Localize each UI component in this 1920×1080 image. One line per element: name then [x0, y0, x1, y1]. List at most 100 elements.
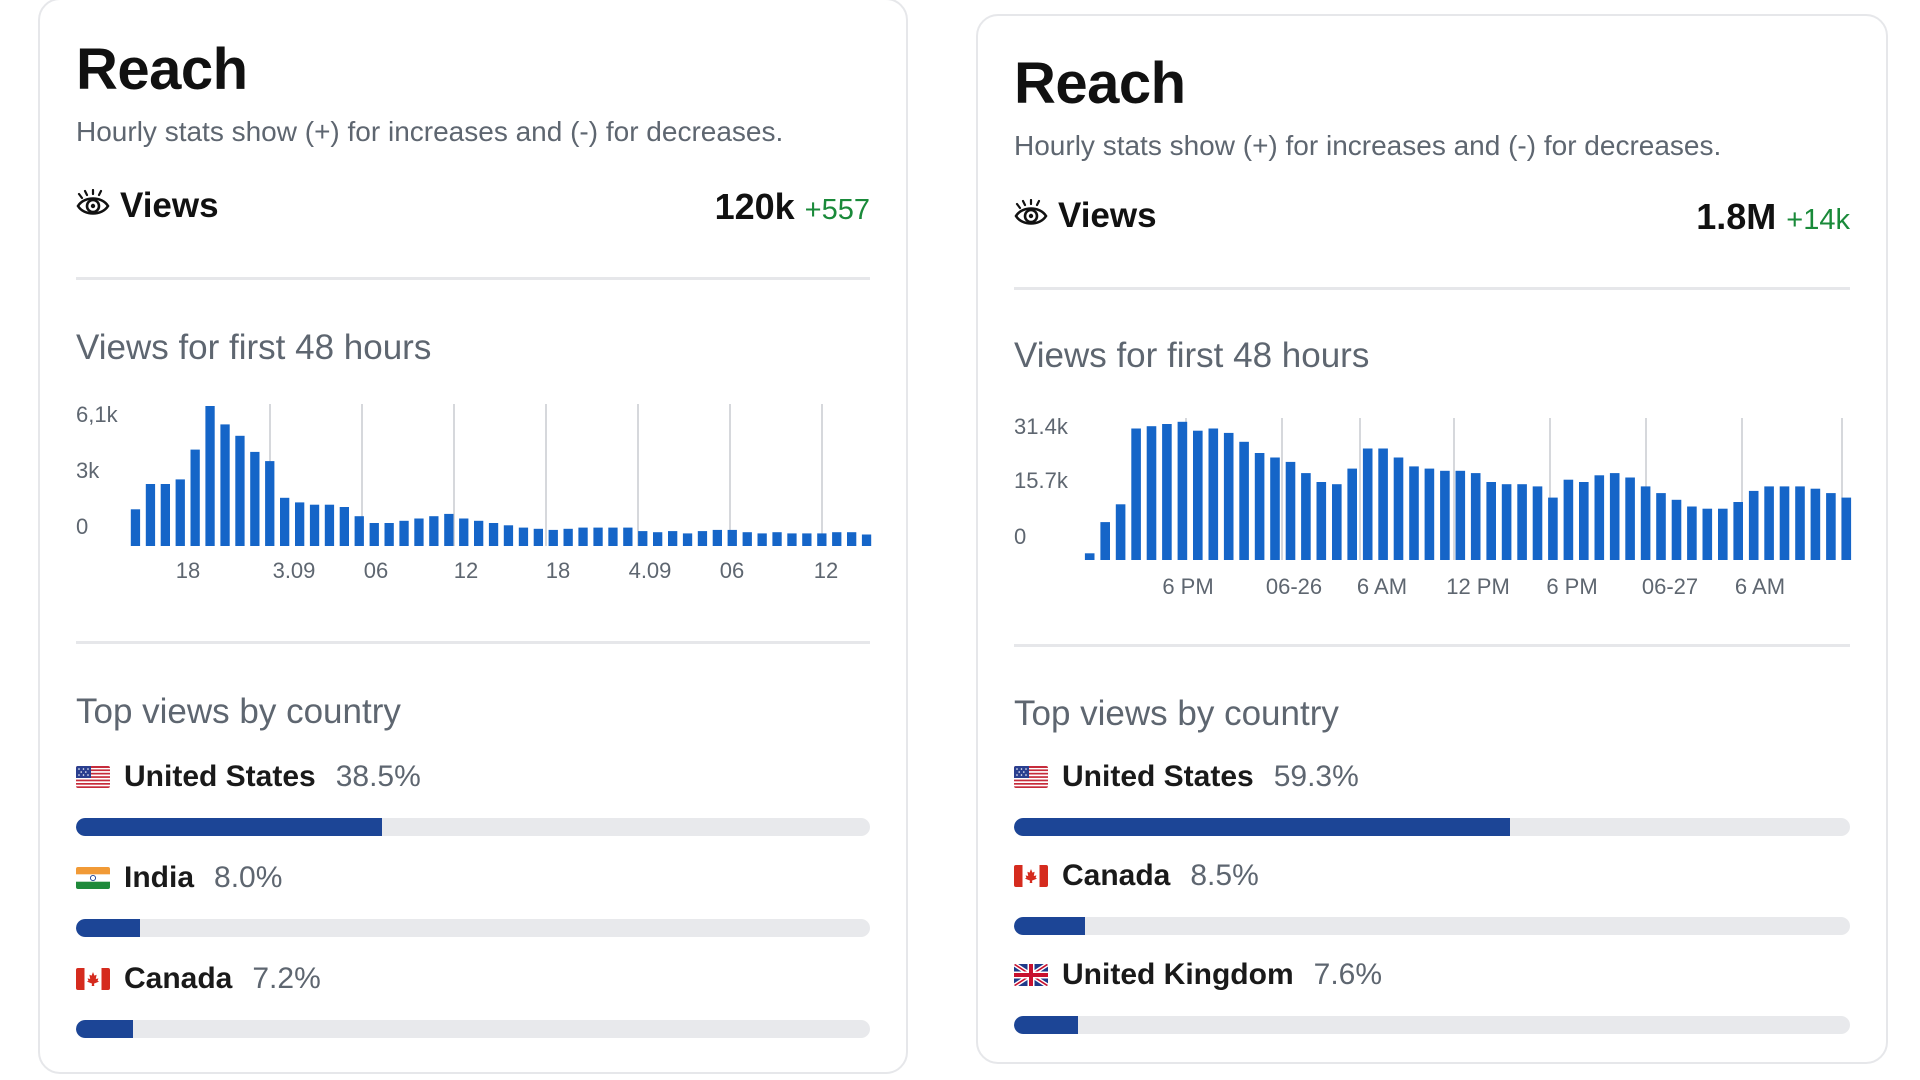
bar — [1177, 421, 1188, 560]
flag-us-icon — [76, 766, 110, 788]
views-label: Views — [120, 186, 219, 225]
bar — [1748, 490, 1759, 560]
bar — [712, 529, 722, 546]
country-bar-track — [1014, 1016, 1850, 1034]
bar — [802, 533, 812, 546]
country-row: United Kingdom 7.6% — [1014, 958, 1850, 1034]
views-value: 1.8M — [1696, 196, 1777, 237]
country-name: United Kingdom — [1062, 958, 1294, 991]
bar — [1579, 482, 1589, 560]
card-title: Reach — [76, 37, 248, 102]
bar — [1393, 457, 1404, 560]
bar — [220, 424, 230, 546]
x-tick-label: 12 — [814, 558, 838, 583]
views-bar-chart: 6,1k 3k 0 18 3.09 06 12 18 4.09 06 12 — [76, 402, 872, 583]
bar — [1131, 428, 1141, 560]
bar — [1563, 479, 1574, 560]
x-tick-label: 6 AM — [1735, 574, 1785, 599]
bar — [130, 509, 141, 546]
bar — [1826, 493, 1836, 560]
bar — [250, 451, 260, 546]
card-subtitle: Hourly stats show (+) for increases and … — [76, 116, 784, 147]
country-row: Canada 7.2% — [76, 962, 870, 1038]
bar — [1162, 424, 1172, 560]
bars — [1084, 421, 1852, 560]
bar — [295, 502, 305, 546]
views-label: Views — [1058, 196, 1157, 235]
reach-card-1: Reach Hourly stats show (+) for increase… — [38, 0, 908, 1074]
country-bar-track — [76, 818, 870, 836]
flag-ca-icon — [1014, 865, 1048, 887]
country-bar-fill — [1014, 1016, 1078, 1034]
y-tick-label: 0 — [76, 514, 88, 539]
x-tick-label: 12 PM — [1446, 574, 1510, 599]
bar — [1424, 468, 1435, 560]
bar — [1841, 497, 1852, 560]
x-tick-label: 6 PM — [1162, 574, 1213, 599]
x-tick-label: 4.09 — [629, 558, 672, 583]
bar — [1764, 486, 1774, 560]
bar — [1254, 453, 1265, 560]
bar — [1594, 475, 1605, 560]
bar — [324, 504, 335, 546]
chart-title: Views for first 48 hours — [1014, 336, 1370, 375]
bar — [593, 527, 603, 546]
x-tick-label: 12 — [454, 558, 478, 583]
bar — [787, 533, 797, 546]
bar — [503, 525, 514, 546]
bar — [563, 528, 573, 546]
bar — [847, 532, 857, 546]
card-subtitle: Hourly stats show (+) for increases and … — [1014, 130, 1722, 161]
bar — [653, 532, 663, 546]
chart-title: Views for first 48 hours — [76, 328, 432, 367]
country-bar-track — [1014, 818, 1850, 836]
flag-us-icon — [1014, 766, 1048, 788]
bar — [488, 523, 499, 546]
grid-lines — [1185, 418, 1843, 560]
bar — [1486, 482, 1496, 560]
bar — [1779, 486, 1790, 560]
flag-ca-icon — [76, 968, 110, 990]
x-tick-label: 06-27 — [1642, 574, 1698, 599]
country-bar-fill — [76, 1020, 134, 1038]
bar — [757, 533, 767, 546]
bar — [1440, 470, 1450, 560]
divider — [76, 277, 870, 280]
bar — [861, 534, 872, 546]
bar — [1115, 504, 1126, 560]
bar — [1687, 506, 1697, 560]
y-tick-label: 15.7k — [1014, 468, 1069, 493]
bar — [160, 484, 170, 546]
bar — [429, 516, 439, 546]
bar — [1795, 486, 1805, 560]
x-tick-label: 6 AM — [1357, 574, 1407, 599]
country-name: Canada — [124, 962, 233, 995]
bar — [205, 406, 215, 546]
country-bar-fill — [76, 919, 140, 937]
bar — [1146, 426, 1157, 560]
bar — [1347, 468, 1357, 560]
views-delta: +557 — [804, 194, 870, 226]
bar — [1470, 473, 1481, 560]
bar — [1378, 448, 1388, 560]
bar — [1656, 493, 1666, 560]
y-tick-label: 3k — [76, 458, 100, 483]
bar — [399, 520, 409, 546]
country-percent: 38.5% — [335, 760, 421, 793]
bar — [280, 497, 290, 546]
bar — [668, 531, 678, 546]
bar — [1332, 484, 1342, 560]
country-name: United States — [124, 760, 316, 793]
bar — [1609, 473, 1620, 560]
bar — [772, 532, 782, 546]
x-tick-label: 3.09 — [273, 558, 316, 583]
divider — [76, 641, 870, 644]
flag-in-icon — [76, 867, 110, 889]
bar — [1501, 484, 1512, 560]
bar — [444, 513, 454, 546]
eye-icon — [76, 189, 110, 223]
bar — [1285, 461, 1296, 560]
bar — [682, 533, 693, 546]
bar — [1270, 457, 1280, 560]
bar — [548, 529, 558, 546]
